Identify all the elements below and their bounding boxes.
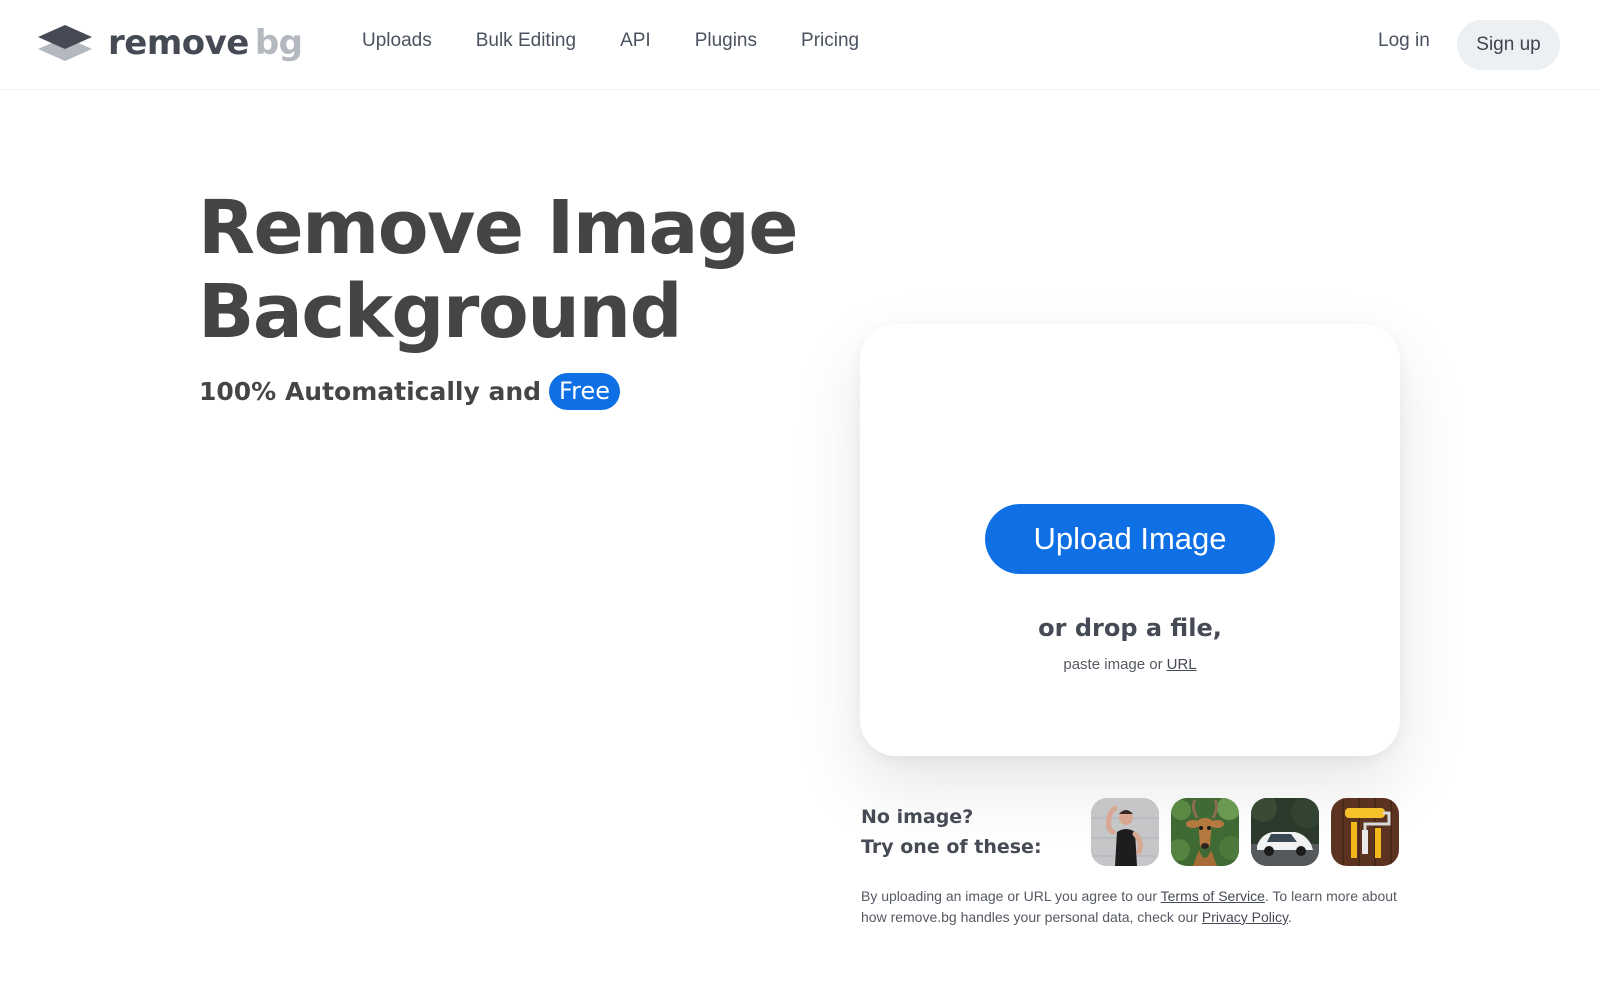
upload-dropzone[interactable]: Upload Image or drop a file, paste image…	[860, 324, 1400, 756]
terms-of-service-link[interactable]: Terms of Service	[1161, 888, 1265, 904]
hero-title-line-1: Remove Image	[198, 185, 799, 271]
nav-api[interactable]: API	[620, 30, 651, 52]
drop-file-text: or drop a file,	[1038, 614, 1222, 642]
paste-hint: paste image or URL	[860, 656, 1400, 673]
paint-roller-sample-icon	[1331, 798, 1399, 866]
url-link[interactable]: URL	[1167, 656, 1197, 673]
legal-text-1: By uploading an image or URL you agree t…	[861, 888, 1157, 904]
upload-image-button[interactable]: Upload Image	[985, 504, 1275, 574]
hero-subtitle: 100% Automatically and Free	[199, 373, 620, 410]
logo-text-remove: remove	[108, 23, 249, 63]
hero-subtitle-text: 100% Automatically and	[199, 377, 542, 406]
samples-prompt-line-1: No image?	[861, 806, 974, 828]
login-link[interactable]: Log in	[1378, 30, 1430, 52]
nav-plugins[interactable]: Plugins	[695, 30, 757, 52]
logo[interactable]: remove bg	[38, 22, 303, 64]
logo-layers-icon	[38, 25, 92, 61]
site-header: remove bg Uploads Bulk Editing API Plugi…	[0, 0, 1600, 90]
sample-person[interactable]	[1091, 798, 1159, 866]
hero-title-line-2: Background	[198, 269, 683, 355]
main-nav: Uploads Bulk Editing API Plugins Pricing	[362, 30, 903, 52]
paste-hint-text: paste image or	[1063, 656, 1163, 673]
car-sample-icon	[1251, 798, 1319, 866]
sample-car[interactable]	[1251, 798, 1319, 866]
deer-sample-icon	[1171, 798, 1239, 866]
legal-notice: By uploading an image or URL you agree t…	[861, 886, 1401, 928]
sample-images	[1091, 798, 1399, 866]
signup-button[interactable]: Sign up	[1457, 20, 1560, 70]
nav-uploads[interactable]: Uploads	[362, 30, 432, 52]
logo-text-bg: bg	[254, 23, 303, 63]
person-sample-icon	[1091, 798, 1159, 866]
hero-title: Remove Image Background	[198, 186, 838, 354]
legal-text-3: .	[1287, 909, 1292, 925]
nav-bulk-editing[interactable]: Bulk Editing	[476, 30, 576, 52]
sample-deer[interactable]	[1171, 798, 1239, 866]
samples-prompt-line-2: Try one of these:	[861, 836, 1042, 858]
nav-pricing[interactable]: Pricing	[801, 30, 859, 52]
privacy-policy-link[interactable]: Privacy Policy	[1202, 909, 1288, 925]
samples-prompt: No image? Try one of these:	[861, 802, 1042, 862]
free-badge: Free	[549, 373, 620, 410]
sample-paint-roller[interactable]	[1331, 798, 1399, 866]
